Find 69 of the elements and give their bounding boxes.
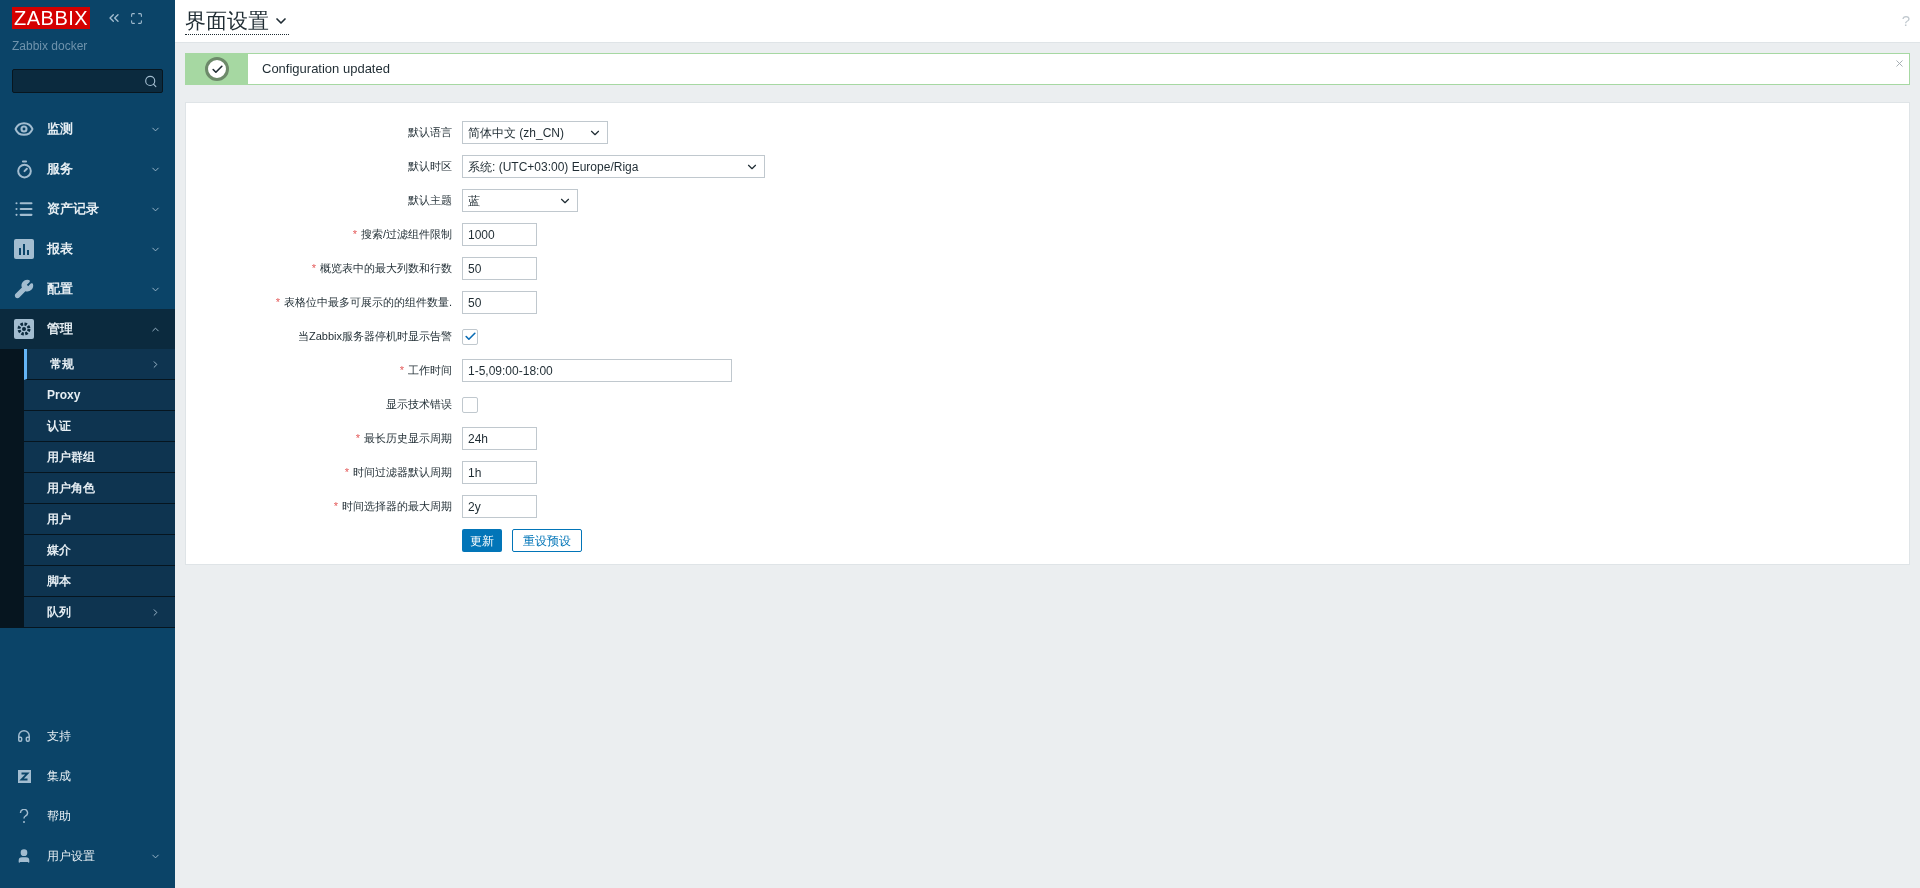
search-field[interactable] [12, 69, 163, 93]
field-label: 当Zabbix服务器停机时显示告警 [297, 329, 452, 345]
submenu-item[interactable]: 媒介 [24, 535, 175, 566]
wrench-icon [14, 279, 34, 299]
sidebar-menu-item[interactable]: 资产记录 [0, 189, 175, 229]
field-label: 概览表中的最大列数和行数 [320, 261, 452, 277]
submenu-item[interactable]: 队列 [24, 597, 175, 628]
submenu-item[interactable]: 常规 [24, 349, 175, 380]
input-field[interactable]: 24h [462, 427, 537, 450]
field-label: 默认语言 [408, 125, 452, 141]
bar-chart-icon [14, 239, 34, 259]
submenu-item[interactable]: 用户角色 [24, 473, 175, 504]
field-label: 显示技术错误 [386, 397, 452, 413]
sidebar-menu-item[interactable]: 支持 [0, 716, 175, 756]
sidebar-menu-item[interactable]: 配置 [0, 269, 175, 309]
sidebar-menu-item[interactable]: 管理 [0, 309, 175, 349]
sidebar-menu-item[interactable]: 服务 [0, 149, 175, 189]
input-field[interactable]: 1000 [462, 223, 537, 246]
reset-button[interactable]: 重设预设 [512, 529, 582, 552]
input-field[interactable]: 1h [462, 461, 537, 484]
submenu-item[interactable]: Proxy [24, 380, 175, 411]
message-text: Configuration updated [262, 60, 390, 79]
field-label: 最长历史显示周期 [364, 431, 452, 447]
required-asterisk: * [352, 227, 357, 243]
field-label: 表格位中最多可展示的的组件数量. [283, 295, 452, 311]
input-field[interactable]: 1-5,09:00-18:00 [462, 359, 732, 382]
update-button[interactable]: 更新 [462, 529, 502, 552]
required-asterisk: * [355, 431, 360, 447]
field-label: 时间选择器的最大周期 [342, 499, 452, 515]
required-asterisk: * [399, 363, 404, 379]
stopwatch-icon [14, 159, 34, 179]
field-label: 工作时间 [408, 363, 452, 379]
headset-icon [17, 729, 31, 743]
checkbox[interactable] [462, 396, 478, 413]
user-icon [16, 848, 32, 864]
field-label: 默认时区 [408, 159, 452, 175]
required-asterisk: * [275, 295, 280, 311]
sidebar-menu-item[interactable]: 监测 [0, 109, 175, 149]
required-asterisk: * [333, 499, 338, 515]
gear-icon [14, 319, 34, 339]
logo[interactable]: ZABBIX [12, 7, 91, 29]
sidebar-menu-item[interactable]: 用户设置 [0, 836, 175, 876]
required-asterisk: * [311, 261, 316, 277]
sidebar-menu-item[interactable]: 报表 [0, 229, 175, 269]
sidebar-menu-item[interactable]: 帮助 [0, 796, 175, 836]
submenu-item[interactable]: 脚本 [24, 566, 175, 597]
dropdown-field[interactable]: 简体中文 (zh_CN) [462, 121, 608, 144]
dropdown-field[interactable]: 系统: (UTC+03:00) Europe/Riga [462, 155, 765, 178]
checkbox[interactable] [462, 328, 478, 345]
submenu-item[interactable]: 用户 [24, 504, 175, 535]
submenu-item[interactable]: 认证 [24, 411, 175, 442]
list-icon [14, 199, 34, 219]
dropdown-field[interactable]: 蓝 [462, 189, 578, 212]
check-icon [463, 330, 477, 343]
z-logo-icon [17, 769, 31, 783]
expand-icon[interactable] [130, 11, 144, 25]
input-field[interactable]: 50 [462, 257, 537, 280]
field-label: 搜索/过滤组件限制 [360, 227, 452, 243]
field-label: 时间过滤器默认周期 [353, 465, 452, 481]
input-field[interactable]: 50 [462, 291, 537, 314]
question-mark-icon [19, 808, 29, 824]
submenu-item[interactable]: 用户群组 [24, 442, 175, 473]
field-label: 默认主题 [408, 193, 452, 209]
input-field[interactable]: 2y [462, 495, 537, 518]
required-asterisk: * [344, 465, 349, 481]
page-title-menu[interactable]: 界面设置 [185, 7, 289, 35]
search-icon [144, 73, 158, 89]
server-name: Zabbix docker [11, 38, 89, 55]
sidebar-menu-item[interactable]: 集成 [0, 756, 175, 796]
